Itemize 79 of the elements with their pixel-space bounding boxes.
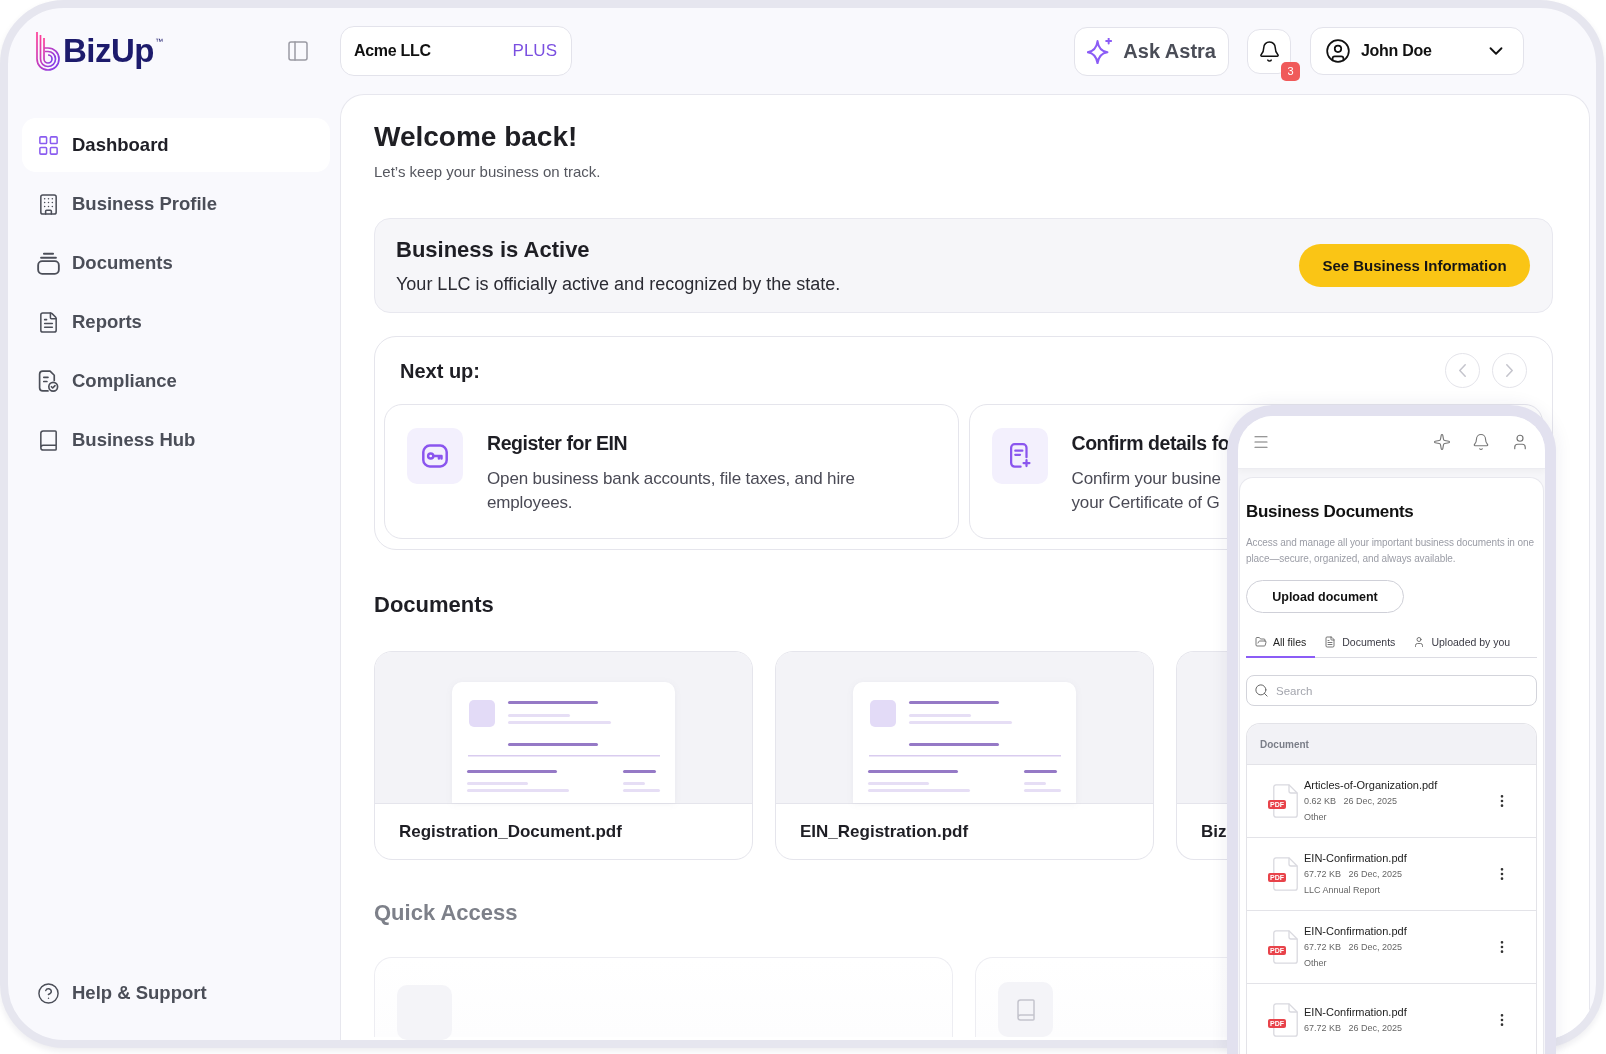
folder-icon xyxy=(1255,635,1267,648)
document-name: Biz xyxy=(1200,820,1227,843)
document-check-icon xyxy=(37,369,60,393)
next-up-heading: Next up: xyxy=(400,358,480,384)
sidebar-item[interactable]: Reports xyxy=(22,295,330,349)
stack-icon xyxy=(37,251,60,275)
document-name: Registration_Document.pdf xyxy=(398,820,623,843)
chevron-right-icon xyxy=(1506,364,1513,377)
upload-button[interactable]: Upload document xyxy=(1246,580,1404,613)
document-card[interactable]: Biz xyxy=(1176,651,1227,860)
business-name: Acme LLC xyxy=(354,42,431,60)
status-text: Your LLC is officially active and recognized by the state. xyxy=(396,272,841,296)
user-icon[interactable] xyxy=(1511,433,1529,451)
building-icon xyxy=(37,192,60,216)
tab[interactable]: All files xyxy=(1246,627,1316,658)
logo-wordmark: BizUp xyxy=(63,31,154,71)
file-name: EIN-Confirmation.pdf xyxy=(1304,851,1407,866)
task-title: Register for EIN xyxy=(487,431,628,456)
trademark-sign: ™ xyxy=(155,37,163,47)
search-field[interactable]: Search xyxy=(1246,675,1537,706)
business-selector[interactable]: Acme LLC PLUS xyxy=(340,26,572,76)
ask-assistant-button[interactable]: Ask Astra xyxy=(1074,26,1229,76)
sidebar-item[interactable]: Business Hub xyxy=(22,413,330,467)
document-icon xyxy=(37,310,60,334)
menu-icon[interactable] xyxy=(1252,433,1270,451)
file-meta: 67.72 KB 26 Dec, 2025 xyxy=(1304,941,1403,954)
file-name: EIN-Confirmation.pdf xyxy=(1304,1005,1407,1020)
user-avatar-icon xyxy=(1325,38,1351,64)
search-icon xyxy=(1254,683,1269,698)
document-name: EIN_Registration.pdf xyxy=(799,820,970,843)
logo-mark-icon xyxy=(35,31,62,71)
file-category: Other xyxy=(1304,811,1327,824)
file-meta: 67.72 KB 26 Dec, 2025 xyxy=(1304,868,1403,881)
user-icon xyxy=(1413,635,1426,648)
sparkle-icon[interactable] xyxy=(1433,433,1451,451)
sidebar-toggle-icon[interactable] xyxy=(286,39,310,63)
file-category: Other xyxy=(1304,957,1327,970)
bell-icon[interactable] xyxy=(1472,433,1490,451)
key-icon xyxy=(407,428,463,484)
plan-label: PLUS xyxy=(512,41,557,61)
sidebar-item[interactable]: Business Profile xyxy=(22,177,330,231)
business-info-button[interactable]: See Business Information xyxy=(1299,244,1530,287)
task-title: Confirm details fo xyxy=(1071,431,1230,456)
user-menu-button[interactable]: John Doe xyxy=(1310,27,1524,75)
help-support-link[interactable]: Help & Support xyxy=(22,970,330,1016)
welcome-subtitle: Let’s keep your business on track. xyxy=(374,163,601,181)
task-description: Open business bank accounts, file taxes, and hire employees. xyxy=(487,468,855,514)
book-icon xyxy=(998,982,1053,1037)
task-card[interactable]: Register for EIN Open business bank accounts, file taxes, and hire employees. xyxy=(384,404,959,539)
tab[interactable]: Documents xyxy=(1315,627,1405,658)
welcome-title: Welcome back! xyxy=(374,120,578,154)
file-name: EIN-Confirmation.pdf xyxy=(1304,924,1407,939)
column-header: Document xyxy=(1247,724,1536,765)
task-description: Confirm your busine your Certificate of G xyxy=(1071,468,1221,514)
book-icon xyxy=(37,428,60,452)
file-meta: 0.62 KB 26 Dec, 2025 xyxy=(1304,795,1398,808)
file-name: Articles-of-Organization.pdf xyxy=(1304,778,1438,793)
notifications-button[interactable] xyxy=(1247,28,1291,74)
document-card[interactable]: Registration_Document.pdf xyxy=(374,651,753,860)
tab[interactable]: Uploaded by you xyxy=(1404,627,1520,658)
notification-badge: 3 xyxy=(1281,61,1300,81)
bell-icon xyxy=(1257,39,1281,63)
document-icon xyxy=(1324,635,1337,648)
status-title: Business is Active xyxy=(396,235,590,264)
documents-heading: Documents xyxy=(374,591,494,619)
sparkle-icon xyxy=(1087,38,1114,64)
file-category: LLC Annual Report xyxy=(1304,884,1381,897)
help-icon xyxy=(37,981,60,1005)
page-description: Access and manage all your important business documents in one place—secure, organized, and always available. xyxy=(1246,536,1535,566)
quick-access-heading: Quick Access xyxy=(374,899,518,927)
sidebar-item[interactable]: Dashboard xyxy=(22,118,330,172)
sidebar-item[interactable]: Documents xyxy=(22,236,330,290)
document-card[interactable]: EIN_Registration.pdf xyxy=(775,651,1154,860)
chevron-left-icon xyxy=(1459,364,1466,377)
sidebar-item[interactable]: Compliance xyxy=(22,354,330,408)
file-meta: 67.72 KB 26 Dec, 2025 xyxy=(1304,1022,1403,1035)
page-title: Business Documents xyxy=(1246,501,1415,523)
note-plus-icon xyxy=(991,428,1048,484)
grid-icon xyxy=(37,133,60,157)
